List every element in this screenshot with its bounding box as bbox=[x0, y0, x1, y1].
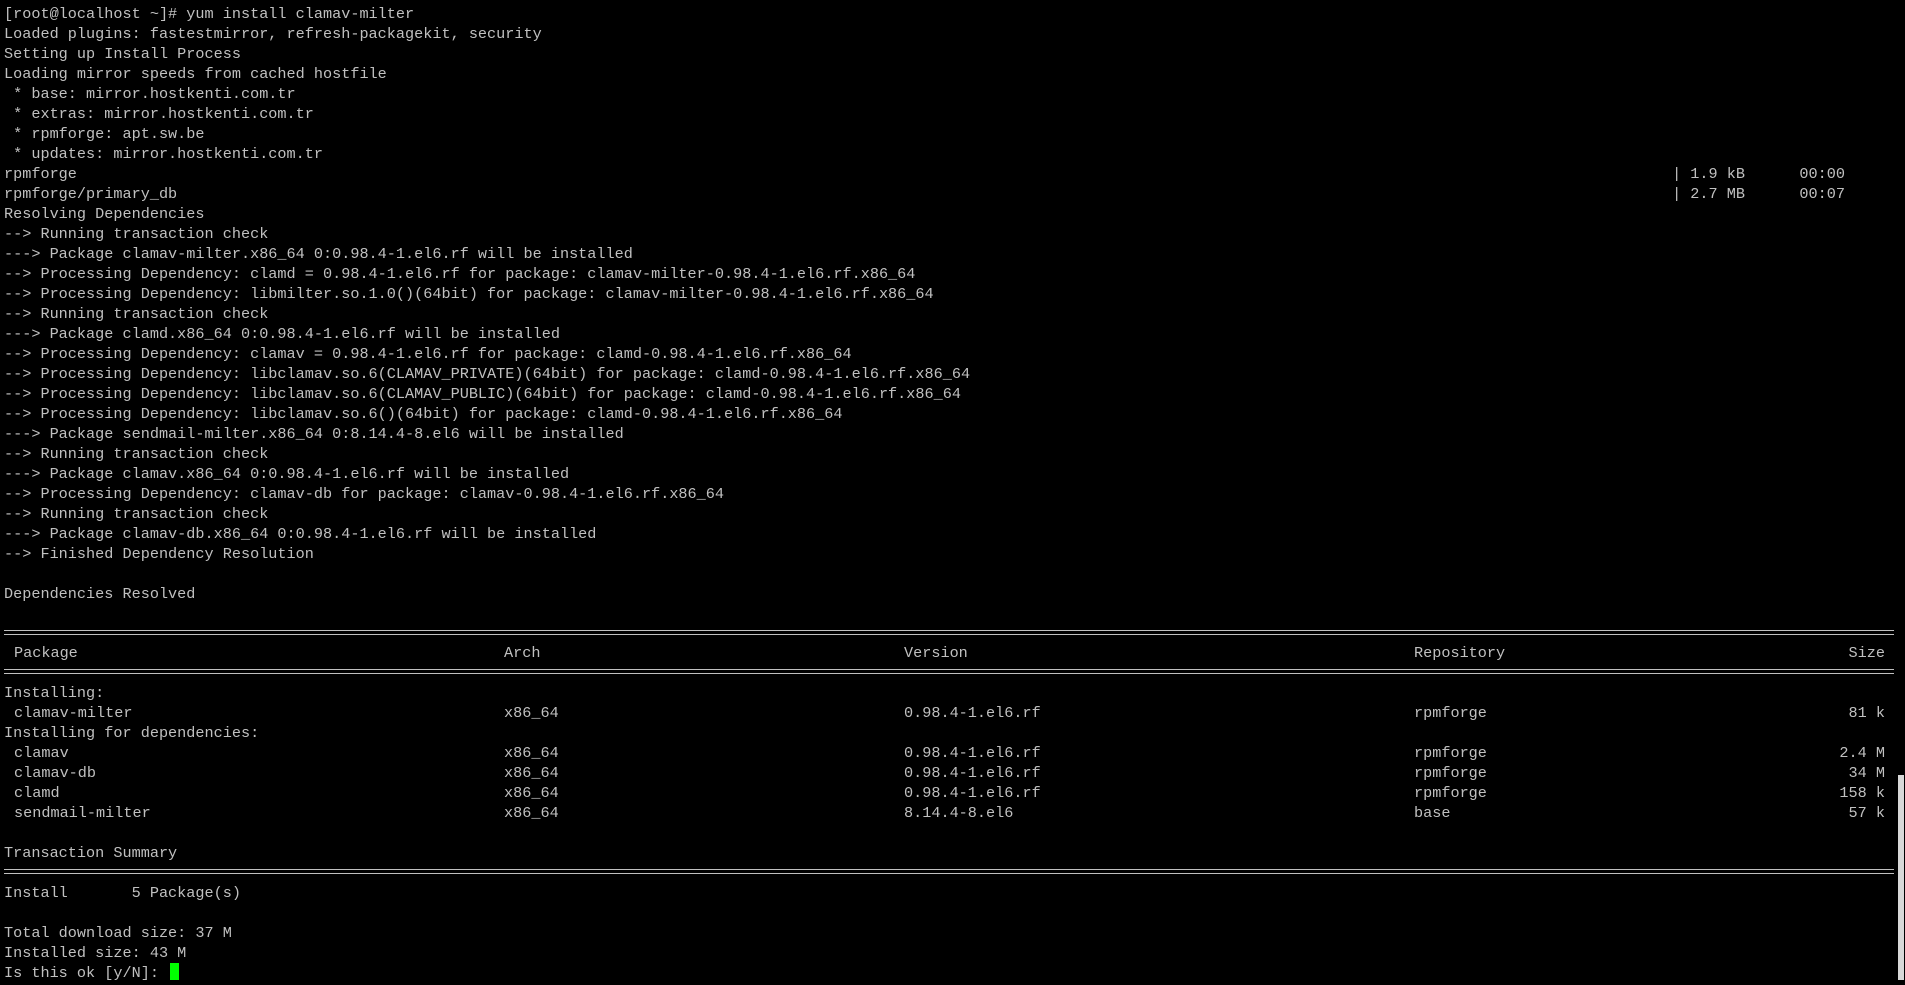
table-header-version: Version bbox=[904, 644, 968, 662]
terminal-line: --> Processing Dependency: clamd = 0.98.… bbox=[4, 265, 916, 283]
cell-version: 0.98.4-1.el6.rf bbox=[904, 784, 1041, 802]
cell-package: sendmail-milter bbox=[14, 804, 151, 822]
transaction-summary-title: Transaction Summary bbox=[4, 844, 178, 862]
cell-arch: x86_64 bbox=[504, 704, 559, 722]
terminal-line: Loading mirror speeds from cached hostfi… bbox=[4, 65, 387, 83]
progress-time-primary-db: 00:07 bbox=[1799, 185, 1845, 203]
terminal-line: --> Processing Dependency: clamav-db for… bbox=[4, 485, 725, 503]
cell-repository: base bbox=[1414, 804, 1451, 822]
terminal-line: ---> Package clamav.x86_64 0:0.98.4-1.el… bbox=[4, 465, 570, 483]
terminal-line: --> Processing Dependency: libmilter.so.… bbox=[4, 285, 934, 303]
confirm-prompt-line[interactable]: Is this ok [y/N]: bbox=[4, 963, 180, 983]
terminal-line: --> Running transaction check bbox=[4, 505, 269, 523]
cell-package: clamav-milter bbox=[14, 704, 133, 722]
cell-repository: rpmforge bbox=[1414, 764, 1487, 782]
cell-size: 2.4 M bbox=[1839, 744, 1885, 762]
terminal-line: Dependencies Resolved bbox=[4, 585, 196, 603]
terminal-line: --> Finished Dependency Resolution bbox=[4, 545, 314, 563]
table-header-size: Size bbox=[1848, 644, 1885, 662]
scrollbar-thumb[interactable] bbox=[1898, 775, 1904, 980]
terminal-line: Resolving Dependencies bbox=[4, 205, 205, 223]
terminal-line: * updates: mirror.hostkenti.com.tr bbox=[4, 145, 323, 163]
terminal-line: ---> Package clamav-milter.x86_64 0:0.98… bbox=[4, 245, 633, 263]
terminal-line: * base: mirror.hostkenti.com.tr bbox=[4, 85, 296, 103]
terminal-line: * rpmforge: apt.sw.be bbox=[4, 125, 205, 143]
install-count-line: Install 5 Package(s) bbox=[4, 884, 241, 902]
cell-package: clamd bbox=[14, 784, 60, 802]
terminal-line: [root@localhost ~]# yum install clamav-m… bbox=[4, 5, 415, 23]
terminal-line: rpmforge/primary_db bbox=[4, 185, 178, 203]
progress-size-primary-db: | 2.7 MB bbox=[1672, 185, 1745, 203]
terminal-line: --> Processing Dependency: libclamav.so.… bbox=[4, 385, 961, 403]
installing-label: Installing: bbox=[4, 684, 105, 702]
terminal-line: --> Running transaction check bbox=[4, 225, 269, 243]
progress-size-rpmforge: | 1.9 kB bbox=[1672, 165, 1745, 183]
cell-arch: x86_64 bbox=[504, 744, 559, 762]
terminal-line: Loaded plugins: fastestmirror, refresh-p… bbox=[4, 25, 542, 43]
cell-size: 158 k bbox=[1839, 784, 1885, 802]
dependencies-label: Installing for dependencies: bbox=[4, 724, 260, 742]
cell-package: clamav-db bbox=[14, 764, 97, 782]
cell-version: 0.98.4-1.el6.rf bbox=[904, 764, 1041, 782]
progress-time-rpmforge: 00:00 bbox=[1799, 165, 1845, 183]
scrollbar[interactable] bbox=[1895, 0, 1905, 985]
terminal-line: --> Running transaction check bbox=[4, 305, 269, 323]
cell-repository: rpmforge bbox=[1414, 744, 1487, 762]
cell-arch: x86_64 bbox=[504, 804, 559, 822]
terminal-line: ---> Package sendmail-milter.x86_64 0:8.… bbox=[4, 425, 624, 443]
table-header-rule bbox=[4, 669, 1894, 674]
table-header-repository: Repository bbox=[1414, 644, 1506, 662]
cell-arch: x86_64 bbox=[504, 784, 559, 802]
cell-version: 0.98.4-1.el6.rf bbox=[904, 744, 1041, 762]
terminal-line: Setting up Install Process bbox=[4, 45, 241, 63]
confirm-prompt: Is this ok [y/N]: bbox=[4, 964, 169, 982]
table-top-rule bbox=[4, 630, 1894, 635]
cell-size: 81 k bbox=[1848, 704, 1885, 722]
cell-version: 8.14.4-8.el6 bbox=[904, 804, 1014, 822]
terminal-line: rpmforge bbox=[4, 165, 77, 183]
text-cursor[interactable] bbox=[170, 963, 180, 980]
cell-arch: x86_64 bbox=[504, 764, 559, 782]
cell-size: 57 k bbox=[1848, 804, 1885, 822]
terminal-line: ---> Package clamd.x86_64 0:0.98.4-1.el6… bbox=[4, 325, 560, 343]
terminal-line: ---> Package clamav-db.x86_64 0:0.98.4-1… bbox=[4, 525, 597, 543]
cell-size: 34 M bbox=[1848, 764, 1885, 782]
summary-rule bbox=[4, 869, 1894, 874]
cell-version: 0.98.4-1.el6.rf bbox=[904, 704, 1041, 722]
cell-repository: rpmforge bbox=[1414, 704, 1487, 722]
table-header-arch: Arch bbox=[504, 644, 541, 662]
terminal-line: --> Processing Dependency: libclamav.so.… bbox=[4, 365, 971, 383]
cell-package: clamav bbox=[14, 744, 69, 762]
terminal-line: --> Processing Dependency: libclamav.so.… bbox=[4, 405, 843, 423]
cell-repository: rpmforge bbox=[1414, 784, 1487, 802]
installed-size: Installed size: 43 M bbox=[4, 944, 187, 962]
terminal-line: --> Processing Dependency: clamav = 0.98… bbox=[4, 345, 852, 363]
terminal-window[interactable]: [root@localhost ~]# yum install clamav-m… bbox=[0, 0, 1895, 985]
terminal-line: * extras: mirror.hostkenti.com.tr bbox=[4, 105, 314, 123]
terminal-line: --> Running transaction check bbox=[4, 445, 269, 463]
total-download-size: Total download size: 37 M bbox=[4, 924, 232, 942]
table-header-package: Package bbox=[14, 644, 78, 662]
